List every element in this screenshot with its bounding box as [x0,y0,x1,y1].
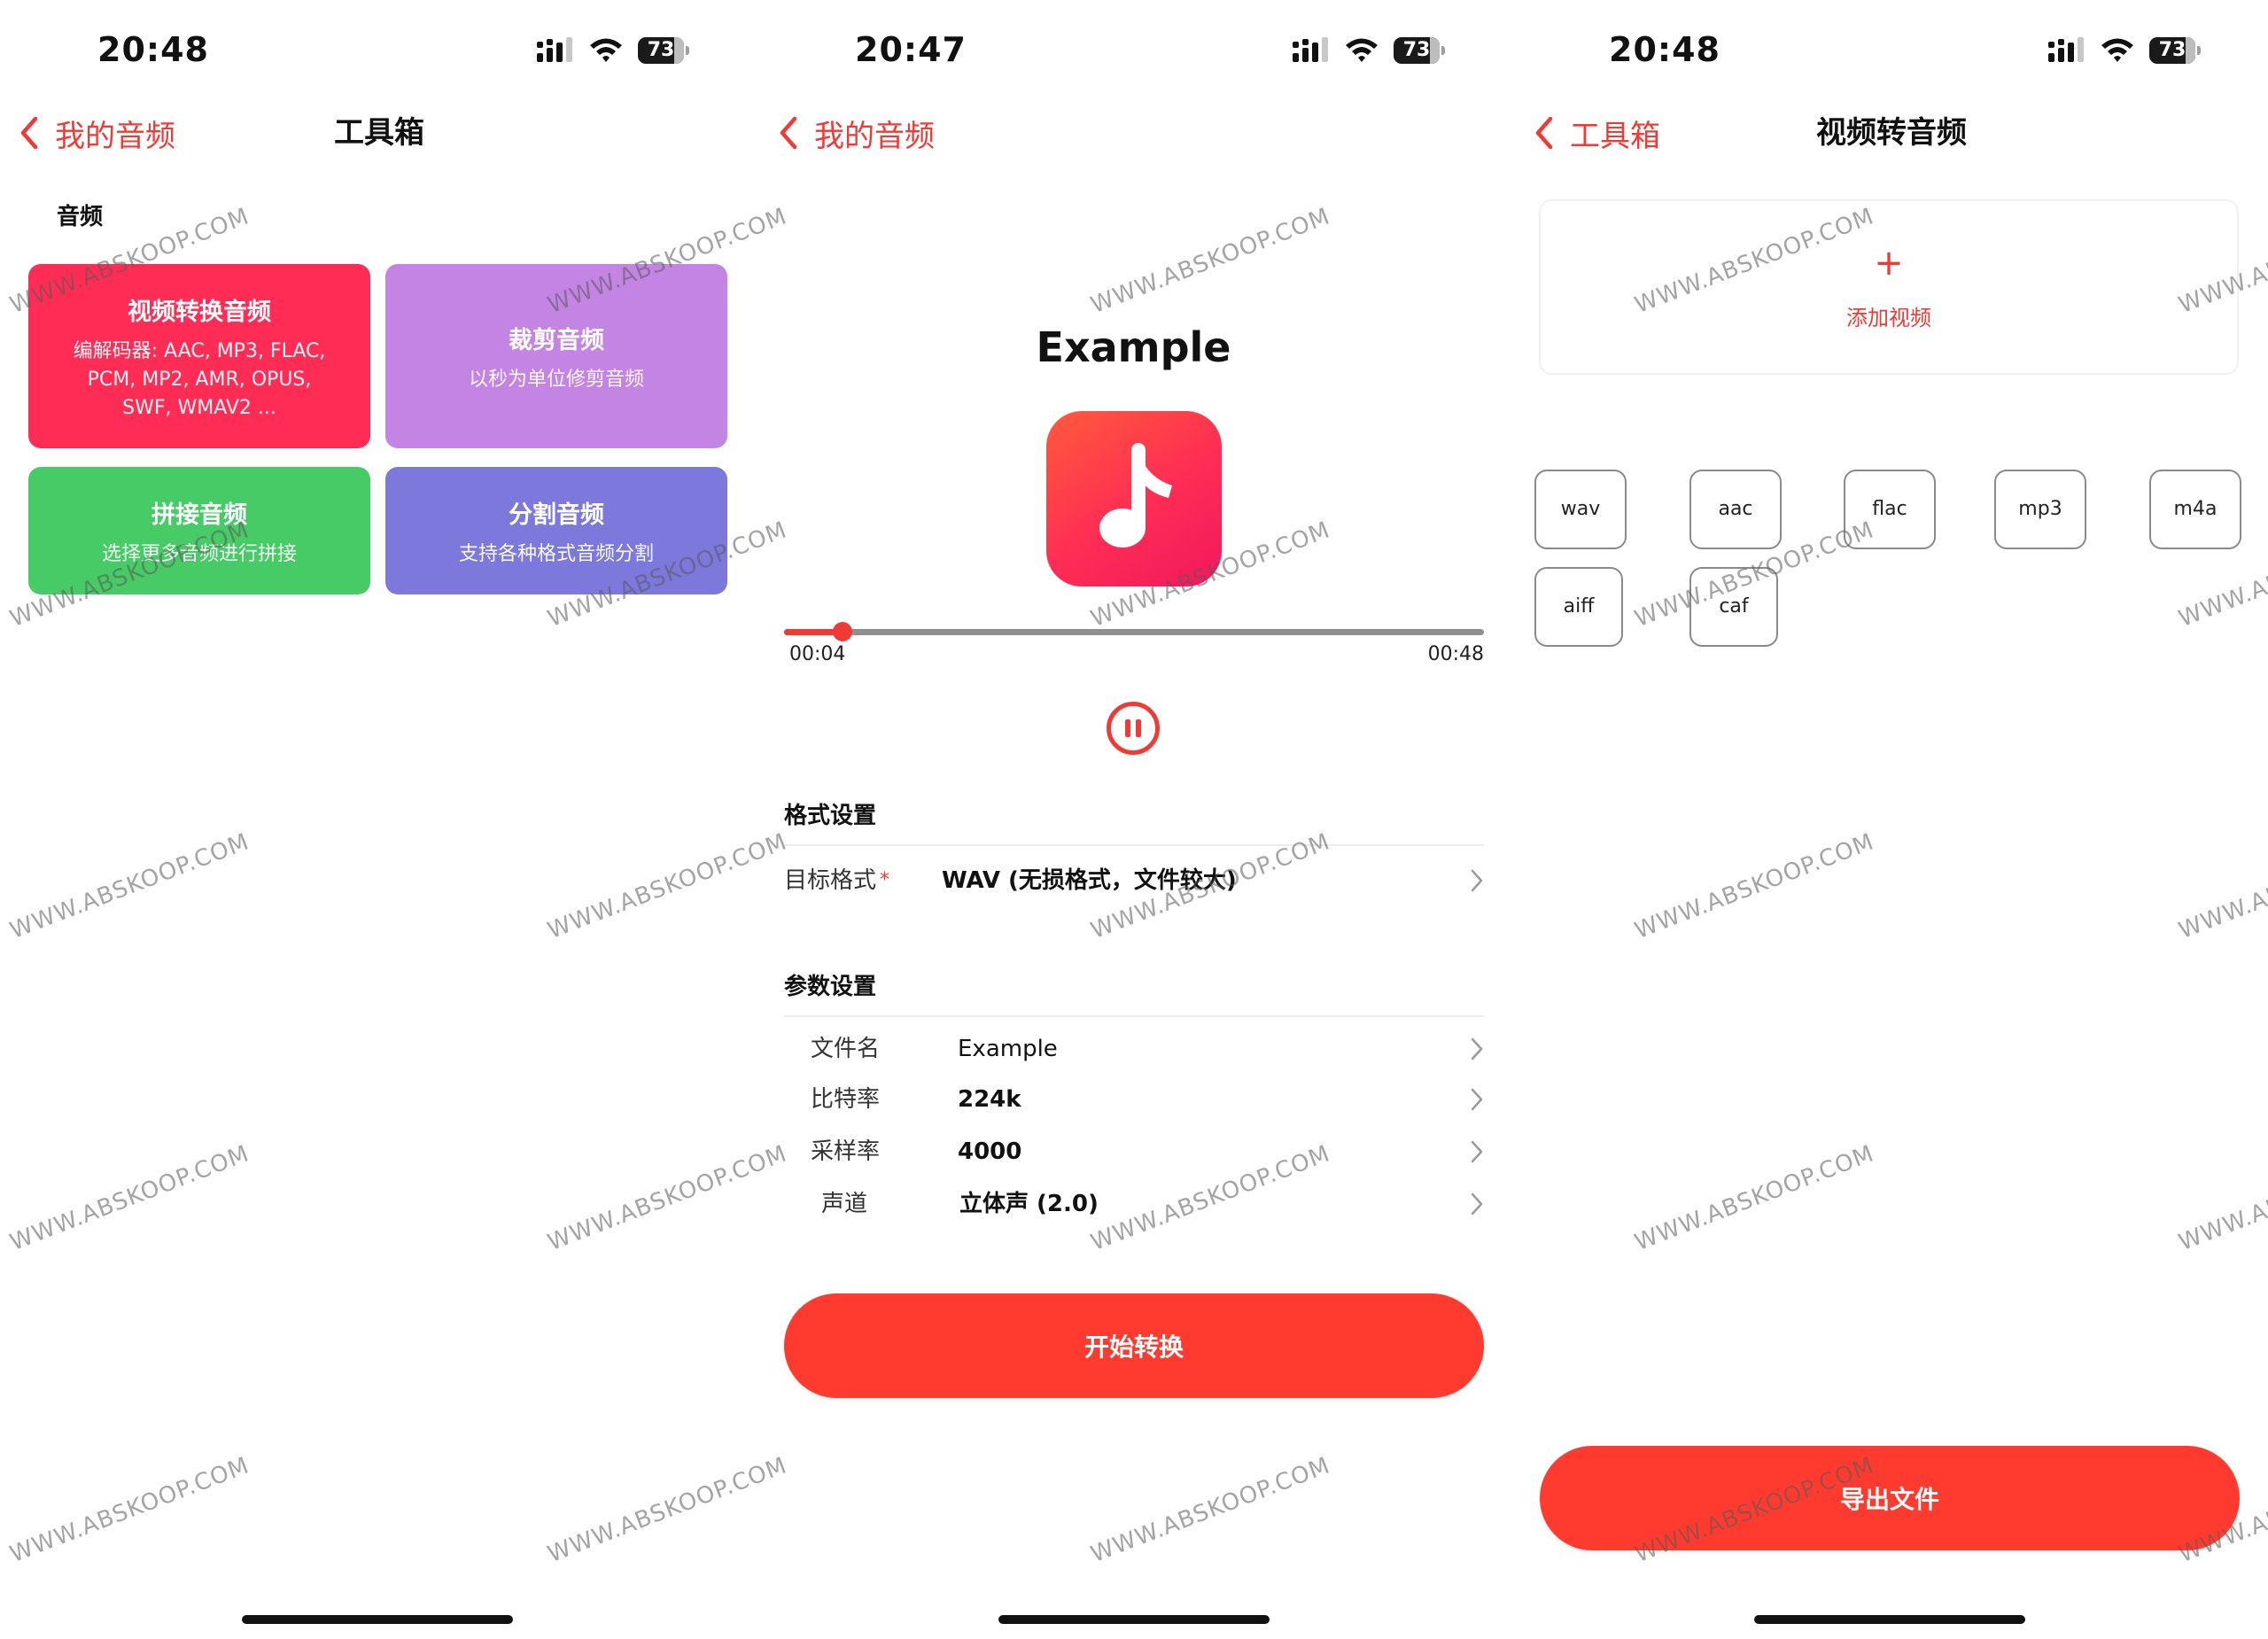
card-subtitle: 支持各种格式音频分割 [458,543,654,565]
divider [784,844,1484,846]
card-title: 拼接音频 [151,501,247,529]
format-option-mp3[interactable]: mp3 [1994,470,2086,549]
status-time: 20:47 [855,30,967,69]
export-file-button[interactable]: 导出文件 [1540,1446,2240,1550]
plus-icon: + [1874,243,1904,284]
battery-icon: 73 [2149,37,2202,64]
wifi-icon [590,38,622,62]
chevron-left-icon [780,116,797,150]
add-video-label: 添加视频 [1846,306,1931,330]
card-video-to-audio[interactable]: 视频转换音频 编解码器: AAC, MP3, FLAC, PCM, MP2, A… [28,264,370,448]
chevron-left-icon [20,116,38,150]
audio-title: Example [1036,323,1231,371]
chevron-right-icon [1471,1192,1483,1216]
format-option-flac[interactable]: flac [1844,470,1936,549]
progress-track[interactable] [784,629,1484,635]
toolbox-screen: 20:48 73 我的音频 工具箱 音频 视频转换音频 编解码器: AAC, M… [0,0,756,1639]
card-subtitle: 编解码器: AAC, MP3, FLAC, [73,340,326,362]
start-convert-button[interactable]: 开始转换 [784,1293,1484,1398]
music-note-icon [1046,411,1222,586]
required-mark: * [880,869,889,891]
chevron-right-icon [1471,1037,1483,1060]
cellular-signal-icon [1293,37,1328,62]
battery-level: 73 [1402,39,1431,61]
wifi-icon [2101,38,2133,62]
card-subtitle: PCM, MP2, AMR, OPUS, [87,369,312,391]
back-button[interactable]: 工具箱 [1534,105,1660,161]
home-indicator[interactable] [242,1615,513,1624]
format-option-aac[interactable]: aac [1689,470,1782,549]
param-row-bitrate[interactable]: 比特率 224k [784,1075,1484,1124]
back-button[interactable]: 我的音频 [779,105,935,161]
param-value: 224k [958,1086,1021,1113]
battery-level: 73 [2158,39,2186,61]
nav-bar: 我的音频 [756,105,1511,161]
chevron-right-icon [1471,1140,1483,1163]
status-bar: 20:47 73 [756,0,1511,97]
card-subtitle: 以秒为单位修剪音频 [468,369,644,391]
params-section-title: 参数设置 [784,974,877,1000]
card-trim-audio[interactable]: 裁剪音频 以秒为单位修剪音频 [385,264,727,448]
divider [784,1015,1484,1017]
card-subtitle: 选择更多音频进行拼接 [101,543,297,565]
format-option-wav[interactable]: wav [1534,470,1627,549]
nav-bar: 工具箱 视频转音频 [1511,105,2268,161]
status-bar: 20:48 73 [0,0,756,97]
card-title: 视频转换音频 [128,299,271,326]
cellular-signal-icon [2048,37,2084,62]
back-label: 我的音频 [55,118,175,154]
battery-icon: 73 [638,37,691,64]
back-button[interactable]: 我的音频 [19,105,175,161]
param-row-channel[interactable]: 声道 立体声 (2.0) [784,1179,1484,1229]
param-row-samplerate[interactable]: 采样率 4000 [784,1127,1484,1177]
chevron-right-icon [1471,869,1483,892]
param-label: 比特率 [811,1086,881,1113]
chevron-left-icon [1535,116,1553,150]
target-format-label: 目标格式 [784,867,877,894]
total-time: 00:48 [1427,643,1484,665]
page-title: 工具箱 [334,115,424,151]
format-section-title: 格式设置 [784,803,877,829]
home-indicator[interactable] [998,1615,1270,1624]
param-value: Example [958,1036,1058,1062]
param-value: 4000 [958,1138,1022,1165]
status-time: 20:48 [97,30,209,69]
target-format-value: WAV (无损格式，文件较大) [942,867,1237,894]
battery-level: 73 [647,39,675,61]
page-title: 视频转音频 [1816,115,1967,151]
param-label: 文件名 [811,1036,881,1062]
back-label: 工具箱 [1570,118,1660,154]
battery-icon: 73 [1394,37,1447,64]
home-indicator[interactable] [1754,1615,2025,1624]
audio-settings-screen: 20:47 73 我的音频 Example 00:04 00:48 格式设置 目… [756,0,1511,1639]
back-label: 我的音频 [814,118,935,154]
chevron-right-icon [1471,1088,1483,1111]
progress-thumb[interactable] [833,622,852,641]
status-time: 20:48 [1609,30,1720,69]
format-option-m4a[interactable]: m4a [2149,470,2241,549]
wifi-icon [1346,38,1378,62]
video-to-audio-screen: 20:48 73 工具箱 视频转音频 + 添加视频 wav aac flac m… [1511,0,2268,1639]
param-value: 立体声 (2.0) [959,1191,1099,1217]
card-title: 裁剪音频 [509,327,604,354]
card-merge-audio[interactable]: 拼接音频 选择更多音频进行拼接 [28,467,370,594]
param-label: 采样率 [811,1138,881,1165]
nav-bar: 我的音频 工具箱 [0,105,756,161]
format-option-caf[interactable]: caf [1689,567,1778,647]
section-label-audio: 音频 [57,204,104,230]
target-format-row[interactable]: 目标格式 * WAV (无损格式，文件较大) [784,856,1484,905]
current-time: 00:04 [789,643,846,665]
pause-button[interactable] [1107,702,1160,755]
format-option-aiff[interactable]: aiff [1534,567,1623,647]
add-video-area[interactable]: + 添加视频 [1539,199,2239,375]
param-row-filename[interactable]: 文件名 Example [784,1024,1484,1074]
card-title: 分割音频 [509,501,604,529]
card-split-audio[interactable]: 分割音频 支持各种格式音频分割 [385,467,727,594]
card-subtitle: SWF, WMAV2 ... [122,397,276,419]
status-bar: 20:48 73 [1511,0,2268,97]
param-label: 声道 [821,1191,868,1217]
cellular-signal-icon [537,37,572,62]
